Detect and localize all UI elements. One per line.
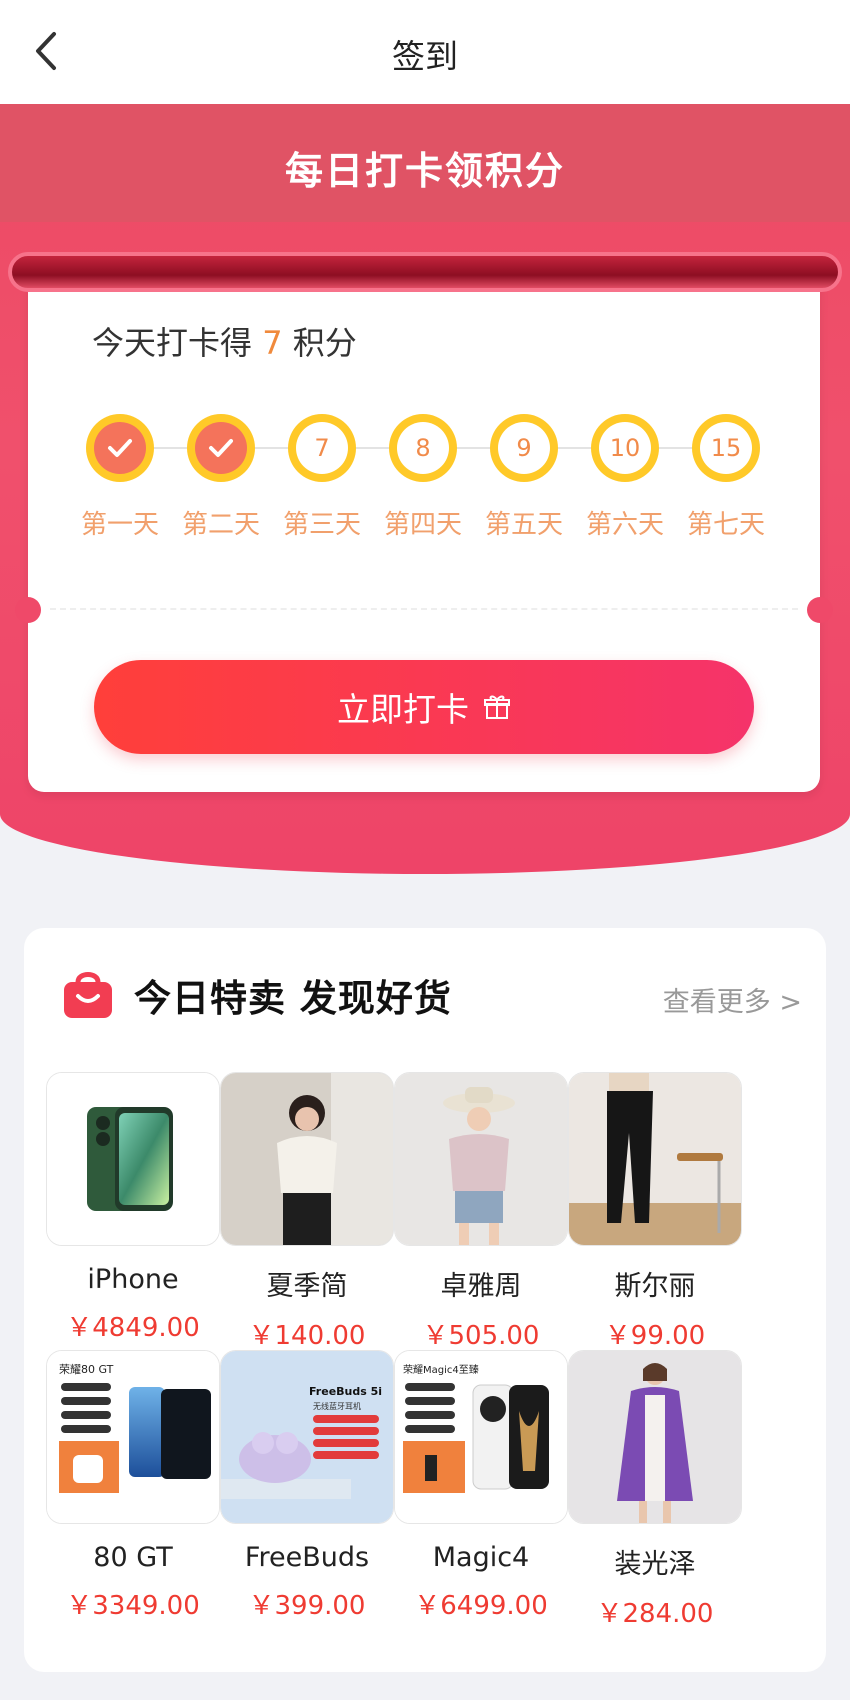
product-image-woman-blouse [221, 1073, 393, 1245]
view-more-link[interactable]: 查看更多 > [663, 980, 802, 1019]
signin-day-2: 第二天 [171, 414, 271, 541]
product-card[interactable]: 装光泽 ￥284.00 [568, 1350, 742, 1630]
day-label: 第四天 [383, 510, 462, 540]
product-image[interactable]: 荣耀Magic4至臻 [394, 1350, 568, 1524]
day-label: 第二天 [181, 510, 260, 540]
product-image[interactable] [46, 1072, 220, 1246]
day-points: 15 [700, 422, 752, 474]
day-label: 第三天 [282, 510, 361, 540]
product-name: 斯尔丽 [614, 1271, 696, 1302]
today-points-text: 今天打卡得 7 积分 [92, 318, 357, 364]
signin-card: 今天打卡得 7 积分 第一天 第二天 7 第三天 8 第四天 9 第五天 10 第六天 15 第七天 … [15, 268, 833, 792]
checkin-label: 立即打卡 [337, 690, 469, 729]
product-image-black-pants [569, 1073, 741, 1245]
daily-sale-section: 今日特卖 发现好货 查看更多 > iPhone ￥4849.00 夏季简 ￥140.… [24, 928, 826, 1672]
product-card[interactable]: 卓雅周 ￥505.00 [394, 1072, 568, 1352]
svg-text:荣耀Magic4至臻: 荣耀Magic4至臻 [403, 1363, 479, 1376]
scroll-roll [8, 252, 842, 292]
top-bar: 签到 [0, 0, 850, 104]
product-image-phone-blue-ad: 荣耀80 GT [47, 1351, 219, 1523]
day-checked-circle [187, 414, 255, 482]
gift-icon [484, 695, 510, 719]
product-price: ￥6499.00 [414, 1591, 548, 1621]
signin-day-4: 8 第四天 [373, 414, 473, 541]
signin-day-6: 10 第六天 [575, 414, 675, 541]
checkin-button[interactable]: 立即打卡 [94, 660, 754, 754]
product-image[interactable] [568, 1072, 742, 1246]
day-points: 10 [599, 422, 651, 474]
day-points-circle: 7 [288, 414, 356, 482]
day-points-circle: 15 [692, 414, 760, 482]
day-points-circle: 8 [389, 414, 457, 482]
product-card[interactable]: 荣耀80 GT 80 GT ￥3349.00 [46, 1350, 220, 1622]
product-card[interactable]: iPhone ￥4849.00 [46, 1072, 220, 1344]
product-card[interactable]: 夏季简 ￥140.00 [220, 1072, 394, 1352]
check-icon [94, 422, 146, 474]
check-icon [195, 422, 247, 474]
product-image-purple-coat [569, 1351, 741, 1523]
day-label: 第七天 [686, 510, 765, 540]
today-suffix: 积分 [292, 324, 357, 362]
svg-text:FreeBuds 5i: FreeBuds 5i [309, 1385, 382, 1398]
product-image[interactable]: FreeBuds 5i 无线蓝牙耳机 [220, 1350, 394, 1524]
page-title: 签到 [392, 37, 458, 76]
shopping-bag-icon [64, 972, 112, 1018]
day-label: 第一天 [80, 510, 159, 540]
product-card[interactable]: 荣耀Magic4至臻 Magic4 ￥6499.00 [394, 1350, 568, 1622]
product-image[interactable] [394, 1072, 568, 1246]
product-price: ￥284.00 [596, 1599, 714, 1629]
product-price: ￥99.00 [604, 1321, 706, 1351]
day-label: 第五天 [484, 510, 563, 540]
day-points: 9 [498, 422, 550, 474]
signin-day-1: 第一天 [70, 414, 170, 541]
product-name: 80 GT [93, 1542, 173, 1573]
svg-text:荣耀80 GT: 荣耀80 GT [59, 1363, 114, 1376]
hero-title: 每日打卡领积分 [284, 149, 565, 193]
product-price: ￥140.00 [248, 1321, 366, 1351]
card-notch-right [807, 597, 833, 623]
day-points-circle: 10 [591, 414, 659, 482]
product-price: ￥399.00 [248, 1591, 366, 1621]
product-image[interactable] [568, 1350, 742, 1524]
product-name: Magic4 [432, 1542, 530, 1573]
product-name: 装光泽 [614, 1549, 696, 1580]
day-points: 7 [296, 422, 348, 474]
day-points: 8 [397, 422, 449, 474]
product-image-phone-white-ad: 荣耀Magic4至臻 [395, 1351, 567, 1523]
product-card[interactable]: 斯尔丽 ￥99.00 [568, 1072, 742, 1352]
signin-day-3: 7 第三天 [272, 414, 372, 541]
signin-day-7: 15 第七天 [676, 414, 776, 541]
product-name: iPhone [87, 1264, 179, 1295]
day-points-circle: 9 [490, 414, 558, 482]
sale-title: 今日特卖 发现好货 [134, 977, 452, 1020]
product-name: 夏季简 [266, 1271, 348, 1302]
card-divider [50, 608, 798, 610]
signin-day-5: 9 第五天 [474, 414, 574, 541]
product-price: ￥505.00 [422, 1321, 540, 1351]
product-image[interactable]: 荣耀80 GT [46, 1350, 220, 1524]
today-prefix: 今天打卡得 [92, 324, 253, 362]
product-image[interactable] [220, 1072, 394, 1246]
product-image-woman-hat [395, 1073, 567, 1245]
svg-text:无线蓝牙耳机: 无线蓝牙耳机 [313, 1401, 361, 1411]
today-points: 7 [262, 324, 283, 362]
product-name: 卓雅周 [440, 1271, 522, 1302]
day-label: 第六天 [585, 510, 664, 540]
product-name: FreeBuds [244, 1542, 370, 1573]
product-image-earbuds-ad: FreeBuds 5i 无线蓝牙耳机 [221, 1351, 393, 1523]
day-checked-circle [86, 414, 154, 482]
product-card[interactable]: FreeBuds 5i 无线蓝牙耳机 FreeBuds ￥399.00 [220, 1350, 394, 1622]
product-price: ￥3349.00 [66, 1591, 200, 1621]
hero-band: 每日打卡领积分 [0, 104, 850, 222]
sale-header: 今日特卖 发现好货 [60, 968, 452, 1022]
signin-days: 第一天 第二天 7 第三天 8 第四天 9 第五天 10 第六天 15 第七天 [80, 414, 770, 554]
product-price: ￥4849.00 [66, 1313, 200, 1343]
card-notch-left [15, 597, 41, 623]
product-image-phone-green [47, 1073, 219, 1245]
